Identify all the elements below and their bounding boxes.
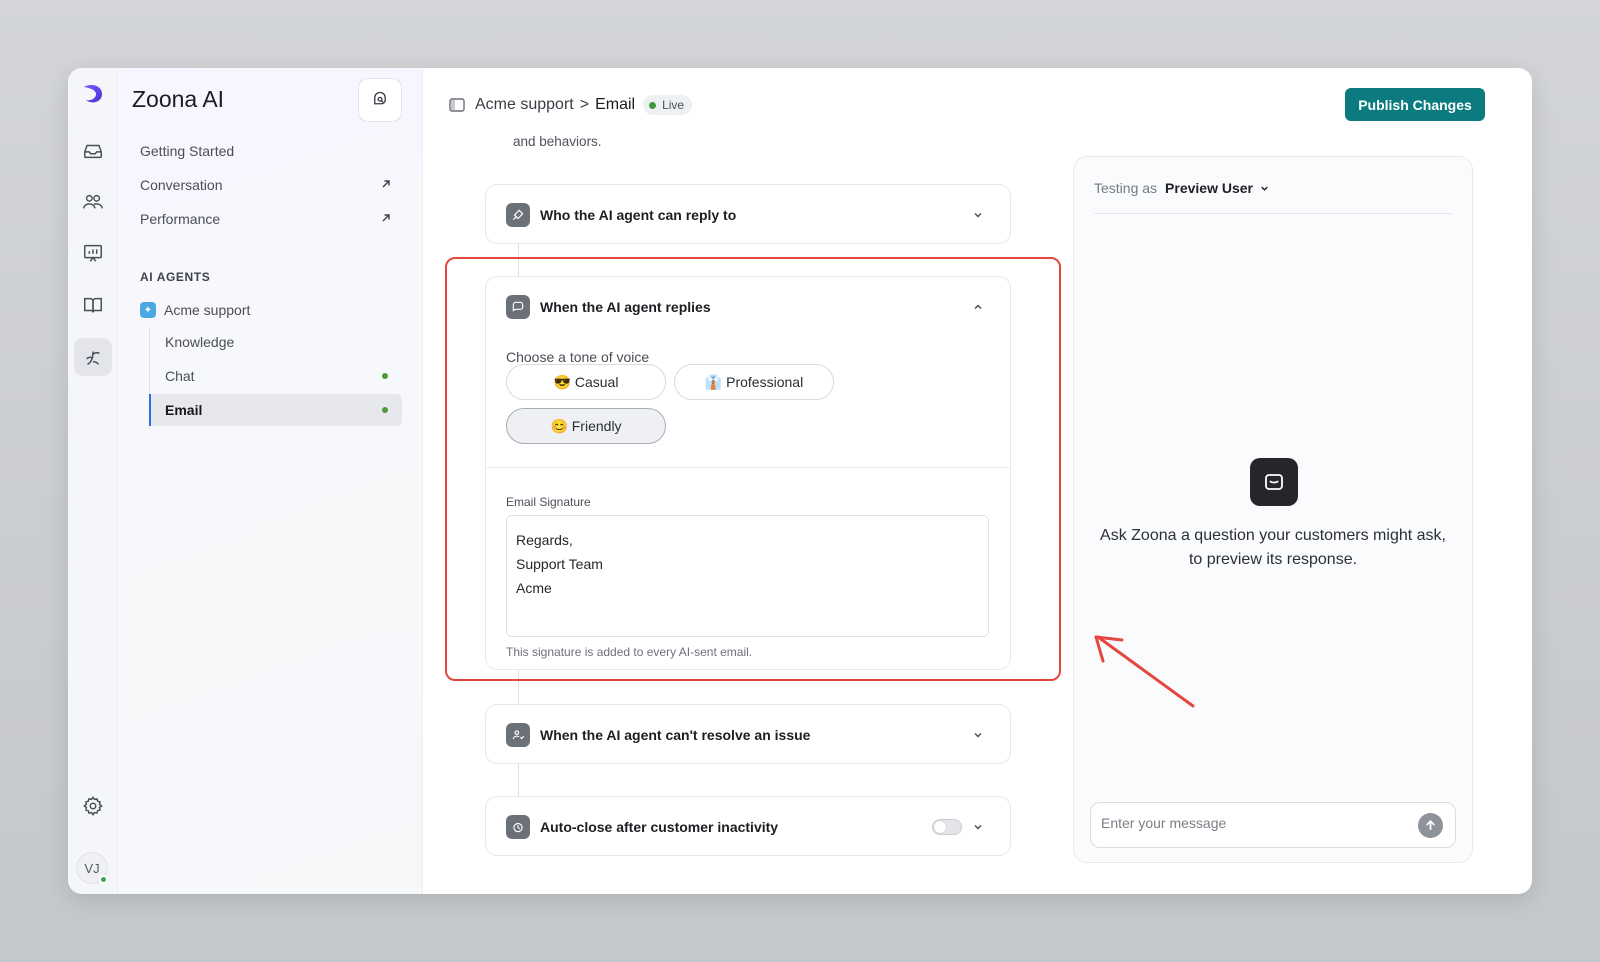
app-name: Zoona AI — [132, 86, 225, 112]
tone-label: Choose a tone of voice — [506, 349, 650, 365]
section-title: When the AI agent can't resolve an issue — [540, 727, 811, 743]
audience-icon — [506, 203, 530, 227]
email-signature-help: This signature is added to every AI-sent… — [506, 645, 753, 659]
sidebar-item-label: Getting Started — [140, 143, 235, 159]
ai-agent-icon[interactable] — [74, 338, 112, 376]
sidebar-item-getting-started[interactable]: Getting Started — [140, 136, 402, 166]
section-reply-audience-header[interactable]: Who the AI agent can reply to — [486, 185, 1010, 245]
breadcrumb: Acme support > Email Live — [449, 95, 693, 115]
tone-option-professional[interactable]: 👔 Professional — [674, 364, 834, 400]
intro-text: and behaviors. — [513, 134, 602, 149]
chevron-down-icon[interactable] — [1259, 183, 1270, 194]
icon-rail: VJ — [68, 68, 118, 894]
sidebar: Zoona AI Getting Started Conversation Pe… — [118, 68, 423, 894]
ai-agents-section-label: AI AGENTS — [140, 270, 211, 284]
section-reply-behavior: When the AI agent replies Choose a tone … — [485, 276, 1011, 670]
auto-close-toggle[interactable] — [932, 819, 962, 835]
chevron-up-icon — [974, 304, 982, 310]
sidebar-item-label: Performance — [140, 211, 221, 227]
sub-item-label: Email — [165, 402, 203, 418]
knowledge-book-icon[interactable] — [74, 286, 112, 324]
chevron-down-icon — [974, 212, 982, 218]
breadcrumb-parent[interactable]: Acme support — [475, 96, 574, 114]
contacts-icon[interactable] — [74, 183, 112, 221]
arrow-up-icon — [1426, 819, 1435, 830]
live-dot — [649, 101, 657, 109]
breadcrumb-separator: > — [579, 96, 590, 113]
chat-bubble-icon — [506, 295, 530, 319]
top-bar: Acme support > Email Live Publish Change… — [423, 68, 1532, 130]
testing-as-row: Testing as Preview User — [1094, 180, 1270, 196]
external-arrow-icon — [382, 214, 390, 222]
sidebar-item-knowledge[interactable]: Knowledge — [149, 326, 402, 358]
external-arrow-icon — [382, 180, 390, 188]
testing-user-dropdown[interactable]: Preview User — [1165, 180, 1253, 196]
agent-badge-icon: ✦ — [140, 302, 156, 318]
settings-gear-icon[interactable] — [74, 787, 112, 825]
chat-status-dot — [382, 373, 388, 379]
tone-option-casual[interactable]: 😎 Casual — [506, 364, 666, 400]
toggle-knob — [934, 821, 946, 833]
chevron-down-icon — [974, 732, 982, 738]
sidebar-item-acme-support[interactable]: ✦ Acme support — [140, 297, 250, 323]
toggle-sidebar-icon[interactable] — [449, 98, 465, 112]
section-reply-audience: Who the AI agent can reply to — [485, 184, 1011, 244]
preview-chat-icon — [1250, 458, 1298, 506]
app-window: VJ Zoona AI Getting Started Conversation… — [68, 68, 1532, 894]
reports-icon[interactable] — [74, 234, 112, 272]
section-title: Auto-close after customer inactivity — [540, 819, 779, 835]
handoff-person-icon — [506, 723, 530, 747]
agent-label: Acme support — [164, 302, 251, 318]
preview-panel: Testing as Preview User Ask Zoona a ques… — [1073, 156, 1473, 863]
zoona-logo-icon — [78, 80, 108, 110]
user-avatar[interactable]: VJ — [76, 852, 108, 884]
avatar-initials: VJ — [84, 860, 100, 876]
sub-item-label: Chat — [165, 368, 195, 384]
search-conversations-button[interactable] — [358, 78, 402, 122]
message-input[interactable] — [1101, 815, 1401, 831]
section-title: When the AI agent replies — [540, 299, 711, 315]
online-status-dot — [99, 875, 108, 884]
section-auto-close-header[interactable]: Auto-close after customer inactivity — [486, 797, 1010, 857]
sidebar-item-performance[interactable]: Performance — [140, 204, 402, 234]
message-composer — [1090, 802, 1456, 848]
status-badge-label: Live — [662, 98, 685, 112]
email-status-dot — [382, 407, 388, 413]
sidebar-item-email[interactable]: Email — [149, 394, 402, 426]
section-unresolved: When the AI agent can't resolve an issue — [485, 704, 1011, 764]
breadcrumb-current: Email — [595, 96, 636, 113]
sidebar-item-conversation[interactable]: Conversation — [140, 170, 402, 200]
email-signature-field[interactable] — [506, 515, 989, 637]
search-chat-icon — [374, 91, 386, 105]
sub-item-label: Knowledge — [165, 334, 235, 350]
section-reply-behavior-header[interactable]: When the AI agent replies — [486, 277, 1010, 337]
email-signature-label: Email Signature — [506, 495, 591, 509]
send-button[interactable] — [1418, 813, 1443, 838]
section-auto-close: Auto-close after customer inactivity — [485, 796, 1011, 856]
testing-as-label: Testing as — [1094, 180, 1158, 196]
inbox-icon[interactable] — [74, 132, 112, 170]
tone-option-friendly[interactable]: 😊 Friendly — [506, 408, 666, 444]
preview-empty-message: Ask Zoona a question your customers migh… — [1100, 527, 1446, 568]
card-divider — [486, 467, 1010, 468]
status-badge: Live — [643, 95, 693, 115]
main-content: Acme support > Email Live Publish Change… — [423, 68, 1532, 894]
sidebar-item-chat[interactable]: Chat — [149, 360, 402, 392]
section-connector — [518, 670, 519, 704]
section-unresolved-header[interactable]: When the AI agent can't resolve an issue — [486, 705, 1010, 765]
timer-icon — [506, 815, 530, 839]
publish-changes-button[interactable]: Publish Changes — [1345, 88, 1485, 121]
sidebar-item-label: Conversation — [140, 177, 223, 193]
preview-divider — [1094, 213, 1452, 214]
section-connector — [518, 244, 519, 276]
section-connector — [518, 764, 519, 796]
section-title: Who the AI agent can reply to — [540, 207, 737, 223]
chevron-down-icon — [974, 824, 982, 830]
